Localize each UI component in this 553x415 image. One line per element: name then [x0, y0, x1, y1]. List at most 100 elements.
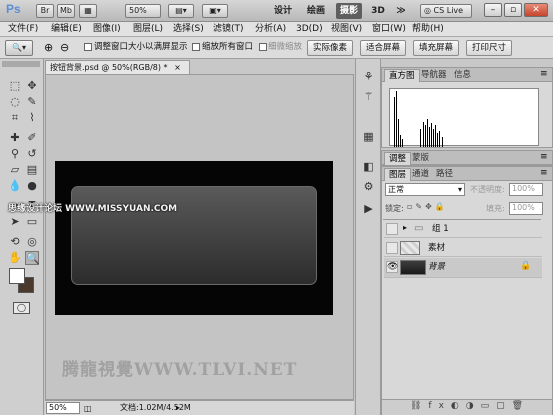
brushes-panel-icon[interactable]: ▶	[361, 201, 376, 216]
lasso-tool-icon[interactable]: ◌	[8, 95, 22, 109]
blend-mode-select[interactable]: 正常 ▾	[385, 183, 465, 196]
visibility-toggle-empty[interactable]	[386, 223, 398, 235]
lock-icons[interactable]: ▫✎✥🔒	[407, 202, 448, 211]
opacity-label: 不透明度:	[470, 185, 505, 194]
tab-adjustments[interactable]: 调整	[384, 152, 412, 165]
history-brush-tool-icon[interactable]: ↺	[25, 147, 39, 161]
zoom-out-icon[interactable]: ⊖	[60, 41, 69, 54]
fit-screen-button[interactable]: 适合屏幕	[360, 40, 406, 56]
menu-filter[interactable]: 滤镜(T)	[213, 23, 244, 36]
color-panel-icon[interactable]: ◧	[361, 159, 376, 174]
tab-masks[interactable]: 蒙版	[408, 152, 433, 165]
healing-brush-tool-icon[interactable]: ✚	[8, 131, 22, 145]
3d-rotate-tool-icon[interactable]: ⟲	[8, 235, 22, 249]
menu-analysis[interactable]: 分析(A)	[255, 23, 286, 36]
quick-select-tool-icon[interactable]: ✎	[25, 95, 39, 109]
expand-arrow-icon[interactable]: ▸	[403, 223, 407, 232]
swatches-panel-icon[interactable]: ▦	[361, 129, 376, 144]
zoom-tool-preset[interactable]: 🔍▾	[5, 40, 33, 56]
layers-panel-tabs: 图层 通道 路径 ≡	[382, 167, 552, 181]
3d-orbit-tool-icon[interactable]: ◎	[25, 235, 39, 249]
cs-live-button[interactable]: ◎ CS Live	[420, 4, 472, 18]
zoom-tool-icon[interactable]: 🔍	[25, 251, 40, 265]
tab-paths[interactable]: 路径	[432, 168, 457, 181]
brush-tool-icon[interactable]: ✐	[25, 131, 39, 145]
app-logo: Ps	[6, 2, 21, 16]
hand-tool-icon[interactable]: ✋	[8, 251, 22, 265]
resize-windows-checkbox[interactable]	[84, 43, 92, 51]
menu-edit[interactable]: 编辑(E)	[51, 23, 82, 36]
dodge-tool-icon[interactable]: ●	[25, 179, 39, 193]
eraser-tool-icon[interactable]: ▱	[8, 163, 22, 177]
status-zoom-field[interactable]: 50%	[46, 402, 80, 414]
actions-panel-icon[interactable]: ⚚	[361, 89, 376, 104]
clone-stamp-tool-icon[interactable]: ⚲	[8, 147, 22, 161]
bridge-button[interactable]: Br	[36, 4, 54, 18]
arrange-documents-button[interactable]: ▤▾	[168, 4, 194, 18]
menu-layer[interactable]: 图层(L)	[133, 23, 163, 36]
tab-navigator[interactable]: 导航器	[417, 69, 451, 82]
tab-info[interactable]: 信息	[450, 69, 475, 82]
foreground-color-swatch-top[interactable]	[9, 268, 25, 284]
opacity-field[interactable]: 100%	[509, 183, 543, 196]
fill-screen-button[interactable]: 填充屏幕	[413, 40, 459, 56]
tab-channels[interactable]: 通道	[408, 168, 433, 181]
layer-row-background[interactable]: 👁 背景 🔒	[384, 258, 542, 278]
menu-3d[interactable]: 3D(D)	[296, 23, 323, 36]
layers-panel-menu-icon[interactable]: ≡	[540, 168, 548, 178]
scrubby-zoom-checkbox[interactable]	[259, 43, 267, 51]
minibridge-button[interactable]: Mb	[57, 4, 75, 18]
close-button[interactable]: ✕	[524, 3, 548, 17]
fill-field[interactable]: 100%	[509, 202, 543, 215]
zoom-level-select[interactable]: 50%	[125, 4, 161, 18]
layer-row-material[interactable]: 素材	[384, 239, 542, 257]
view-extras-button[interactable]: ▦	[79, 4, 97, 18]
status-menu-arrow-icon[interactable]: ▸	[176, 401, 180, 415]
styles-panel-icon[interactable]: ⚙	[361, 179, 376, 194]
eye-icon[interactable]: 👁	[386, 261, 398, 273]
layer-name-group1: 组 1	[432, 224, 449, 234]
eyedropper-tool-icon[interactable]: ⌇	[25, 111, 39, 125]
menu-file[interactable]: 文件(F)	[8, 23, 38, 36]
zoom-all-checkbox[interactable]	[192, 43, 200, 51]
screen-mode-button[interactable]: ▣▾	[202, 4, 228, 18]
workspace-photography[interactable]: 摄影	[336, 3, 362, 19]
actual-pixels-button[interactable]: 实际像素	[307, 40, 353, 56]
layers-list: ▸ ▭ 组 1 素材 👁 背景 🔒	[383, 219, 542, 389]
quick-mask-icon[interactable]: ◯	[13, 302, 30, 314]
menu-view[interactable]: 视图(V)	[331, 23, 362, 36]
path-select-tool-icon[interactable]: ➤	[8, 215, 22, 229]
tools-panel-grip[interactable]	[2, 61, 40, 67]
shape-tool-icon[interactable]: ▭	[25, 215, 39, 229]
workspace-painting[interactable]: 绘画	[304, 3, 328, 19]
layer-row-group1[interactable]: ▸ ▭ 组 1	[384, 220, 542, 238]
workspace-3d[interactable]: 3D	[369, 3, 387, 19]
maximize-button[interactable]: ▫	[504, 3, 522, 17]
blur-tool-icon[interactable]: 💧	[8, 179, 22, 193]
more-workspaces-button[interactable]: ≫	[394, 3, 408, 19]
tab-layers[interactable]: 图层	[384, 168, 412, 181]
crop-tool-icon[interactable]: ⌗	[8, 111, 22, 125]
scrubby-zoom-label: 细微缩放	[268, 42, 303, 52]
document-tab[interactable]: 按钮背景.psd @ 50%(RGB/8) * ×	[45, 60, 190, 74]
workspace-design[interactable]: 设计	[271, 3, 295, 19]
document-close-icon[interactable]: ×	[174, 63, 181, 72]
print-size-button[interactable]: 打印尺寸	[466, 40, 512, 56]
menu-select[interactable]: 选择(S)	[173, 23, 204, 36]
minimize-button[interactable]: –	[484, 3, 502, 17]
histogram-panel-menu-icon[interactable]: ≡	[540, 69, 548, 79]
marquee-tool-icon[interactable]: ⬚	[8, 79, 22, 93]
visibility-toggle-empty[interactable]	[386, 242, 398, 254]
menu-image[interactable]: 图像(I)	[93, 23, 121, 36]
tab-histogram[interactable]: 直方图	[384, 69, 420, 82]
gradient-tool-icon[interactable]: ▤	[25, 163, 39, 177]
lock-label: 锁定:	[385, 204, 404, 213]
menu-help[interactable]: 帮助(H)	[412, 23, 444, 36]
layers-footer-icons[interactable]: ⛓fx◐◑▭▢🗑	[410, 401, 530, 411]
move-tool-icon[interactable]: ✥	[25, 79, 39, 93]
adjustments-panel-menu-icon[interactable]: ≡	[540, 152, 548, 162]
zoom-in-icon[interactable]: ⊕	[44, 41, 53, 54]
status-bar-icon[interactable]: ◫	[84, 402, 94, 414]
menu-window[interactable]: 窗口(W)	[372, 23, 406, 36]
history-panel-icon[interactable]: ⚘	[361, 69, 376, 84]
